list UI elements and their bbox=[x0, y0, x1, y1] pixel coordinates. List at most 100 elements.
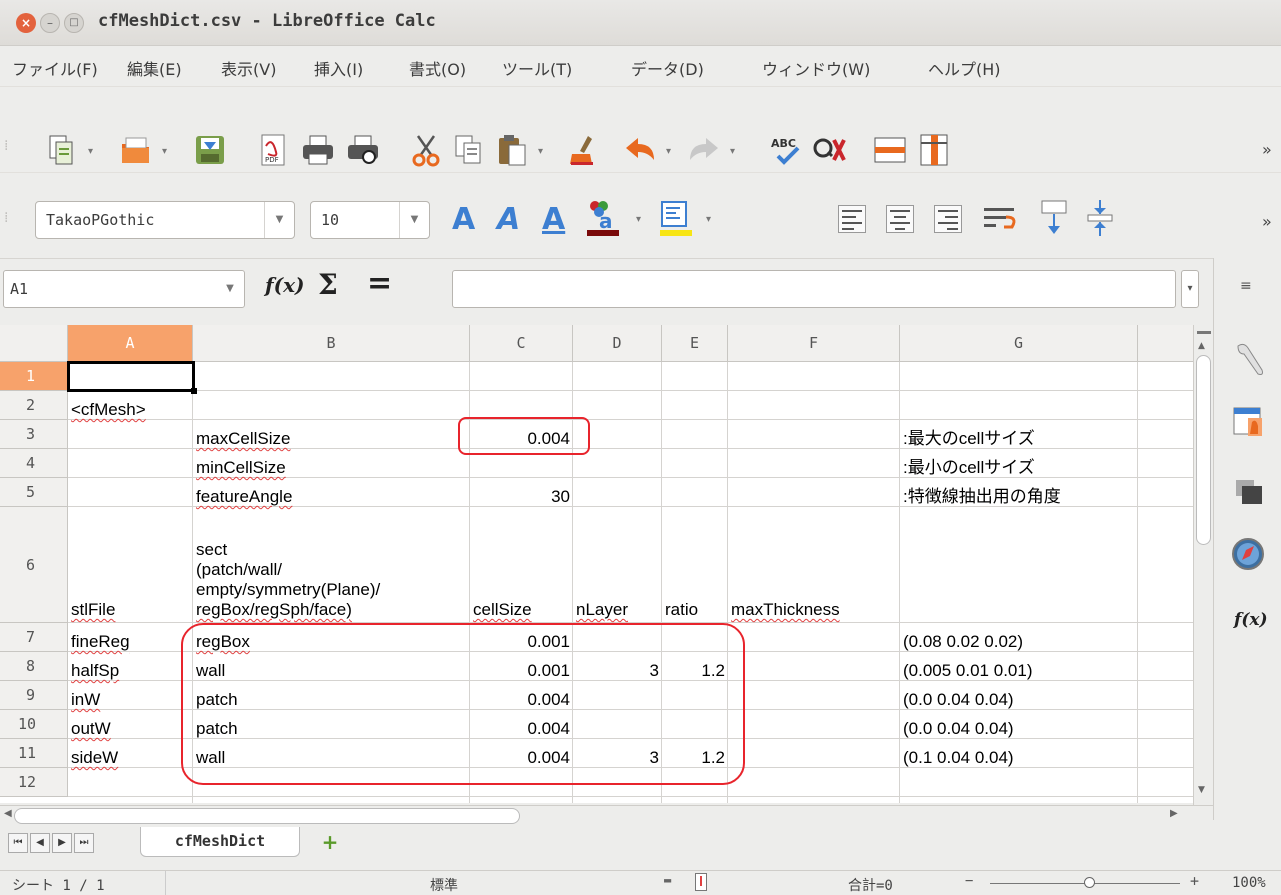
cell-a9[interactable]: inW bbox=[68, 681, 193, 710]
font-size-value[interactable]: 10 bbox=[321, 211, 339, 229]
italic-icon[interactable]: A bbox=[497, 202, 520, 237]
save-icon[interactable] bbox=[192, 132, 228, 168]
styles-icon[interactable] bbox=[1230, 404, 1270, 444]
row-header-8[interactable]: 8 bbox=[0, 652, 68, 681]
cell-b10[interactable]: patch bbox=[193, 710, 470, 739]
cell-g8[interactable]: (0.005 0.01 0.01) bbox=[900, 652, 1138, 681]
cell-g10[interactable]: (0.0 0.04 0.04) bbox=[900, 710, 1138, 739]
cell-c11[interactable]: 0.004 bbox=[470, 739, 573, 768]
row-header-3[interactable]: 3 bbox=[0, 420, 68, 449]
new-dropdown-icon[interactable]: ▾ bbox=[88, 146, 93, 157]
menu-format[interactable]: 書式(O) bbox=[409, 56, 466, 80]
menu-insert[interactable]: 挿入(I) bbox=[314, 56, 363, 80]
insert-rows-icon[interactable] bbox=[872, 132, 908, 168]
cell-a10[interactable]: outW bbox=[68, 710, 193, 739]
name-box-value[interactable]: A1 bbox=[10, 280, 28, 298]
row-header-7[interactable]: 7 bbox=[0, 623, 68, 652]
sum-icon[interactable]: Σ bbox=[318, 268, 338, 301]
cell-c8[interactable]: 0.001 bbox=[470, 652, 573, 681]
open-folder-icon[interactable] bbox=[118, 132, 154, 168]
highlight-color-dropdown-icon[interactable]: ▾ bbox=[706, 214, 711, 225]
new-document-icon[interactable] bbox=[44, 132, 80, 168]
row-header-4[interactable]: 4 bbox=[0, 449, 68, 478]
scroll-split-handle[interactable] bbox=[1197, 331, 1211, 334]
sidebar-menu-icon[interactable]: ≡ bbox=[1240, 278, 1252, 294]
gallery-icon[interactable] bbox=[1230, 472, 1270, 512]
cell-g4[interactable]: :最小のcellサイズ bbox=[900, 449, 1138, 478]
add-sheet-icon[interactable]: + bbox=[320, 832, 340, 853]
row-header-2[interactable]: 2 bbox=[0, 391, 68, 420]
paste-icon[interactable] bbox=[494, 132, 530, 168]
properties-icon[interactable] bbox=[1230, 340, 1270, 380]
cell-e8[interactable]: 1.2 bbox=[662, 652, 728, 681]
cell-a6[interactable]: stlFile bbox=[68, 507, 193, 623]
font-name-value[interactable]: TakaoPGothic bbox=[46, 211, 154, 229]
font-color-dropdown-icon[interactable]: ▾ bbox=[636, 214, 641, 225]
zoom-out-icon[interactable]: − bbox=[965, 873, 973, 889]
cell-g9[interactable]: (0.0 0.04 0.04) bbox=[900, 681, 1138, 710]
underline-icon[interactable]: A bbox=[542, 202, 565, 237]
export-pdf-icon[interactable]: PDF bbox=[255, 132, 291, 168]
align-center-icon[interactable] bbox=[886, 205, 914, 233]
cell-b6[interactable]: sect (patch/wall/ empty/symmetry(Plane)/… bbox=[193, 507, 470, 623]
page-style-text[interactable]: 標準 bbox=[430, 875, 458, 895]
row-header-5[interactable]: 5 bbox=[0, 478, 68, 507]
cell-c9[interactable]: 0.004 bbox=[470, 681, 573, 710]
menu-help[interactable]: ヘルプ(H) bbox=[928, 56, 1001, 80]
active-cell-cursor[interactable] bbox=[67, 361, 195, 392]
spellcheck-icon[interactable]: ABC bbox=[768, 132, 804, 168]
cell-c3[interactable]: 0.004 bbox=[470, 420, 573, 449]
cell-b3[interactable]: maxCellSize bbox=[193, 420, 470, 449]
font-name-dropdown-icon[interactable]: ▼ bbox=[264, 202, 294, 238]
menu-view[interactable]: 表示(V) bbox=[221, 56, 276, 80]
first-sheet-icon[interactable]: ⏮ bbox=[8, 833, 28, 853]
vertical-scrollbar[interactable]: ▲ ▼ bbox=[1193, 325, 1213, 805]
close-window-button[interactable]: × bbox=[16, 13, 36, 33]
more-tools-icon[interactable]: » bbox=[1262, 140, 1272, 159]
align-top-icon[interactable] bbox=[1036, 198, 1072, 238]
cell-a8[interactable]: halfSp bbox=[68, 652, 193, 681]
cell-a11[interactable]: sideW bbox=[68, 739, 193, 768]
horizontal-scrollbar[interactable]: ◀ ▶ bbox=[0, 805, 1213, 827]
font-color-icon[interactable]: a bbox=[585, 198, 625, 238]
scroll-down-icon[interactable]: ▼ bbox=[1198, 785, 1205, 795]
row-header-1[interactable]: 1 bbox=[0, 362, 68, 391]
column-header-h[interactable] bbox=[1138, 325, 1193, 362]
cell-c6[interactable]: cellSize bbox=[470, 507, 573, 623]
column-header-a[interactable]: A bbox=[68, 325, 193, 362]
selection-mode-icon[interactable]: ▬ bbox=[664, 873, 671, 887]
cell-d11[interactable]: 3 bbox=[573, 739, 662, 768]
print-preview-icon[interactable] bbox=[345, 132, 381, 168]
navigator-icon[interactable] bbox=[1230, 536, 1270, 576]
sheet-tab-cfmeshdict[interactable]: cfMeshDict bbox=[140, 827, 300, 857]
column-header-e[interactable]: E bbox=[662, 325, 728, 362]
undo-icon[interactable] bbox=[622, 132, 658, 168]
scroll-up-icon[interactable]: ▲ bbox=[1198, 341, 1205, 351]
cell-g11[interactable]: (0.1 0.04 0.04) bbox=[900, 739, 1138, 768]
paste-dropdown-icon[interactable]: ▾ bbox=[538, 146, 543, 157]
cell-c10[interactable]: 0.004 bbox=[470, 710, 573, 739]
font-name-box[interactable]: TakaoPGothic ▼ bbox=[35, 201, 295, 239]
cell-b5[interactable]: featureAngle bbox=[193, 478, 470, 507]
row-header-12[interactable]: 12 bbox=[0, 768, 68, 797]
menu-edit[interactable]: 編集(E) bbox=[127, 56, 182, 80]
redo-icon[interactable] bbox=[686, 132, 722, 168]
cell-d6[interactable]: nLayer bbox=[573, 507, 662, 623]
vertical-scroll-thumb[interactable] bbox=[1196, 355, 1211, 545]
row-header-11[interactable]: 11 bbox=[0, 739, 68, 768]
cell-b7[interactable]: regBox bbox=[193, 623, 470, 652]
menu-data[interactable]: データ(D) bbox=[631, 56, 704, 80]
column-header-c[interactable]: C bbox=[470, 325, 573, 362]
open-dropdown-icon[interactable]: ▾ bbox=[162, 146, 167, 157]
cell-a2[interactable]: <cfMesh> bbox=[68, 391, 193, 420]
spreadsheet-grid[interactable]: A B C D E F G 1 2 3 4 5 6 7 8 9 10 11 12… bbox=[0, 325, 1193, 803]
cell-b8[interactable]: wall bbox=[193, 652, 470, 681]
select-all-corner[interactable] bbox=[0, 325, 68, 362]
column-header-d[interactable]: D bbox=[573, 325, 662, 362]
row-header-6[interactable]: 6 bbox=[0, 507, 68, 623]
minimize-window-button[interactable]: – bbox=[40, 13, 60, 33]
zoom-in-icon[interactable]: + bbox=[1190, 872, 1199, 890]
cell-a7[interactable]: fineReg bbox=[68, 623, 193, 652]
name-box[interactable]: A1 ▼ bbox=[3, 270, 245, 308]
cell-g7[interactable]: (0.08 0.02 0.02) bbox=[900, 623, 1138, 652]
